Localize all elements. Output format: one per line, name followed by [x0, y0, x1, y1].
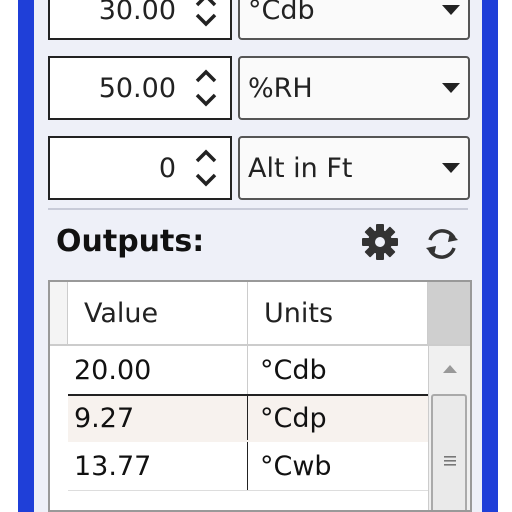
altitude-unit-select[interactable]: Alt in Ft: [238, 136, 470, 200]
humidity-value: 50.00: [98, 72, 176, 104]
chevron-up-icon[interactable]: [194, 68, 218, 84]
temperature-value: 30.00: [98, 0, 176, 26]
window-border-right: [482, 0, 498, 512]
humidity-unit-label: %RH: [248, 72, 313, 104]
column-header-value-label: Value: [84, 297, 159, 329]
section-divider: [48, 208, 468, 210]
table-row[interactable]: 13.77 °Cwb: [68, 442, 430, 491]
altitude-spinner[interactable]: 0: [48, 136, 232, 200]
scrollbar-thumb[interactable]: [431, 394, 467, 510]
chevron-up-icon[interactable]: [194, 148, 218, 164]
gear-icon[interactable]: [360, 222, 400, 262]
table-row[interactable]: 20.00 °Cdb: [68, 346, 430, 395]
chevron-up-icon[interactable]: [194, 0, 218, 8]
table-row-selected[interactable]: 9.27 °Cdp: [68, 394, 430, 446]
altitude-unit-label: Alt in Ft: [248, 152, 353, 184]
chevron-down-icon[interactable]: [194, 92, 218, 108]
temperature-spinner[interactable]: 30.00: [48, 0, 232, 40]
humidity-spinner[interactable]: 50.00: [48, 56, 232, 120]
caret-down-icon[interactable]: [442, 83, 460, 93]
table-cell-value: 13.77: [68, 442, 248, 490]
table-cell-unit: °Cwb: [260, 450, 332, 482]
chevron-down-icon[interactable]: [194, 172, 218, 188]
scroll-up-arrow-icon[interactable]: [442, 364, 458, 374]
vertical-scrollbar[interactable]: [428, 346, 470, 510]
caret-down-icon[interactable]: [442, 5, 460, 15]
outputs-grid[interactable]: Value Units 20.00 °Cdb 9.27 °Cdp 13.77 °…: [48, 280, 472, 512]
table-cell-value: 20.00: [68, 346, 248, 394]
altitude-value: 0: [158, 152, 176, 184]
altitude-stepper[interactable]: [192, 138, 220, 198]
row-header-corner: [50, 282, 68, 346]
temperature-unit-label: °Cdb: [248, 0, 315, 26]
temperature-unit-select[interactable]: °Cdb: [238, 0, 470, 40]
temperature-stepper[interactable]: [192, 0, 220, 38]
outputs-title: Outputs:: [56, 224, 205, 259]
table-cell-unit: °Cdp: [260, 402, 327, 434]
window-border-left: [18, 0, 34, 512]
table-cell-value: 9.27: [68, 396, 248, 440]
column-header-units-label: Units: [264, 297, 334, 329]
table-cell-unit: °Cdb: [260, 354, 327, 386]
column-header-filler: [428, 282, 470, 346]
column-header-value[interactable]: Value: [68, 282, 248, 346]
humidity-unit-select[interactable]: %RH: [238, 56, 470, 120]
grip-lines-icon: [444, 456, 456, 466]
humidity-stepper[interactable]: [192, 58, 220, 118]
chevron-down-icon[interactable]: [194, 12, 218, 28]
column-header-units[interactable]: Units: [248, 282, 428, 346]
caret-down-icon[interactable]: [442, 163, 460, 173]
refresh-icon[interactable]: [420, 222, 464, 266]
